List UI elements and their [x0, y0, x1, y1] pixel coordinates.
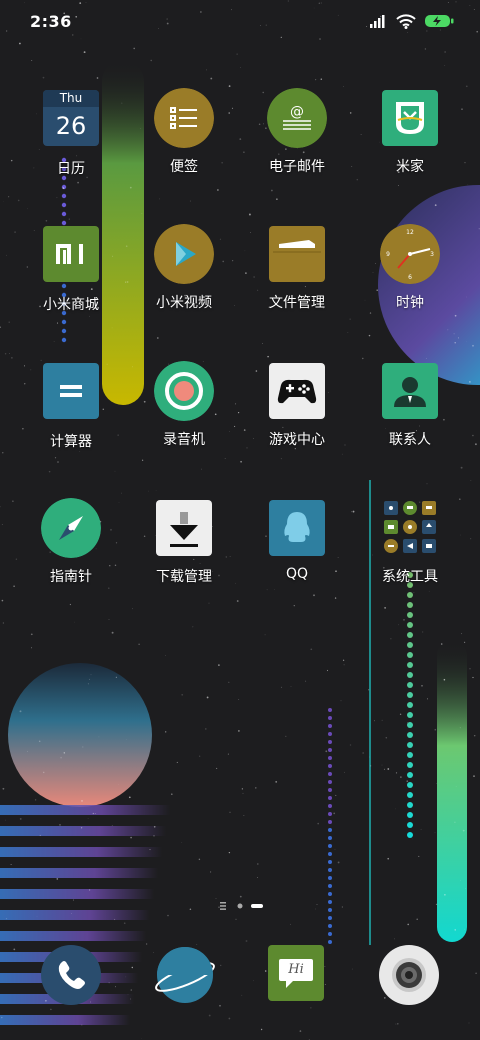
app-label: 游戏中心 — [269, 432, 325, 448]
phone-icon — [41, 945, 101, 1005]
video-play-icon — [154, 224, 214, 284]
calculator-icon — [43, 363, 99, 419]
dock-camera[interactable] — [379, 945, 439, 1005]
record-icon — [154, 361, 214, 421]
battery-charging-icon — [425, 15, 454, 27]
folder-system-tools[interactable]: 系统工具 — [355, 498, 465, 586]
app-recorder[interactable]: 录音机 — [129, 361, 239, 449]
app-label: 日历 — [57, 161, 85, 177]
dock-messaging[interactable]: Hi — [268, 945, 328, 1005]
wifi-icon — [396, 13, 416, 29]
app-label: 文件管理 — [269, 295, 325, 311]
app-mi-video[interactable]: 小米视频 — [129, 224, 239, 312]
page-indicator[interactable] — [0, 896, 480, 910]
app-label: 时钟 — [396, 295, 424, 311]
app-mi-store[interactable]: 小米商城 — [16, 226, 126, 314]
signal-icon — [370, 15, 385, 28]
mijia-icon — [382, 90, 438, 146]
folder-preview-icon — [380, 498, 440, 558]
app-qq[interactable]: QQ — [242, 498, 352, 582]
svg-text:12: 12 — [406, 229, 414, 236]
email-icon: @ — [267, 88, 327, 148]
svg-text:@: @ — [290, 104, 304, 120]
clock-icon: 12 3 6 9 — [380, 224, 440, 284]
page-dot — [237, 903, 243, 909]
message-bubble-text: Hi — [288, 962, 304, 977]
app-label: 小米视频 — [156, 295, 212, 311]
notes-icon — [154, 88, 214, 148]
svg-text:9: 9 — [386, 251, 390, 258]
app-file-manager[interactable]: 文件管理 — [242, 224, 352, 312]
app-game-center[interactable]: 游戏中心 — [242, 361, 352, 449]
app-label: 便签 — [170, 159, 198, 175]
gamepad-icon — [269, 363, 325, 419]
app-label: 米家 — [396, 159, 424, 175]
calendar-day: 26 — [55, 112, 87, 140]
app-label: 计算器 — [50, 434, 92, 450]
contacts-icon — [382, 363, 438, 419]
page-dot-current — [251, 904, 263, 908]
status-bar: 2:36 — [0, 0, 480, 42]
camera-icon — [379, 945, 439, 1005]
planet-browser-icon — [155, 947, 215, 1003]
app-label: 下载管理 — [156, 569, 212, 585]
qq-penguin-icon — [269, 500, 325, 556]
app-calendar[interactable]: Thu 26 日历 — [16, 90, 126, 178]
app-label: 录音机 — [163, 432, 205, 448]
app-label: 系统工具 — [382, 569, 438, 585]
app-label: 小米商城 — [43, 297, 99, 313]
mi-store-icon — [43, 226, 99, 282]
app-downloads[interactable]: 下载管理 — [129, 498, 239, 586]
dock-phone[interactable] — [41, 945, 101, 1005]
svg-text:6: 6 — [408, 274, 412, 281]
app-mijia[interactable]: 米家 — [355, 88, 465, 176]
app-calculator[interactable]: 计算器 — [16, 363, 126, 451]
app-label: 电子邮件 — [269, 159, 325, 175]
folder-icon — [269, 226, 325, 282]
calendar-icon: Thu 26 — [43, 90, 99, 146]
calendar-weekday: Thu — [59, 91, 83, 105]
app-clock[interactable]: 12 3 6 9 时钟 — [355, 224, 465, 312]
download-icon — [156, 500, 212, 556]
app-label: 联系人 — [389, 432, 431, 448]
pages-list-icon — [220, 902, 226, 910]
app-label: 指南针 — [50, 569, 92, 585]
dock-browser[interactable] — [153, 945, 215, 1005]
status-time: 2:36 — [30, 12, 72, 31]
compass-icon — [41, 498, 101, 558]
app-compass[interactable]: 指南针 — [16, 498, 126, 586]
app-contacts[interactable]: 联系人 — [355, 361, 465, 449]
app-email[interactable]: @ 电子邮件 — [242, 88, 352, 176]
svg-text:3: 3 — [430, 251, 434, 258]
message-icon: Hi — [268, 945, 324, 1001]
app-notes[interactable]: 便签 — [129, 88, 239, 176]
app-label: QQ — [285, 566, 309, 582]
status-icons — [370, 12, 454, 30]
